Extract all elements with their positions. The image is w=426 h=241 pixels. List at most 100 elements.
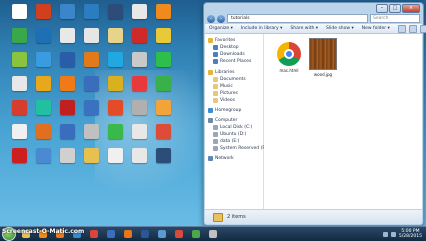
desktop-icon[interactable] <box>150 4 176 30</box>
desktop-icon[interactable] <box>30 100 56 126</box>
nav-item[interactable]: Favorites <box>208 37 235 44</box>
nav-item[interactable]: Libraries <box>208 69 234 76</box>
desktop-icon[interactable] <box>78 4 104 30</box>
nav-item[interactable]: Downloads <box>213 51 245 58</box>
minimize-button[interactable]: – <box>376 4 388 13</box>
desktop-icon[interactable] <box>78 148 104 174</box>
taskbar-app4-button[interactable] <box>189 229 203 240</box>
desktop-icon[interactable] <box>30 52 56 78</box>
nav-item-icon <box>213 45 218 50</box>
desktop-icon[interactable] <box>54 28 80 54</box>
desktop-icon[interactable] <box>126 124 152 150</box>
nav-item[interactable]: System Reserved (F:) <box>213 145 268 152</box>
desktop-icon[interactable] <box>6 52 32 78</box>
desktop-icon[interactable] <box>30 4 56 30</box>
address-bar[interactable]: tutorials <box>227 14 368 23</box>
help-icon[interactable] <box>419 24 426 33</box>
command-include-in-library[interactable]: Include in library ▾ <box>241 26 283 31</box>
nav-item-label: Network <box>215 156 234 161</box>
nav-item[interactable]: Desktop <box>213 44 239 51</box>
nav-item[interactable]: Recent Places <box>213 58 251 65</box>
clock[interactable]: 5:00 PM 5/28/2015 <box>399 229 422 239</box>
desktop-icon[interactable] <box>126 76 152 102</box>
desktop-icon[interactable] <box>150 148 176 174</box>
window-titlebar[interactable]: – □ × <box>204 3 423 13</box>
nav-item[interactable]: Local Disk (C:) <box>213 124 252 131</box>
desktop-icon[interactable] <box>102 124 128 150</box>
forward-button[interactable]: › <box>217 14 225 23</box>
file-item-mac-html[interactable]: mac.html <box>272 38 306 73</box>
desktop-icon[interactable] <box>126 100 152 126</box>
desktop-icon[interactable] <box>102 4 128 30</box>
volume-icon[interactable] <box>390 231 396 237</box>
desktop-icon[interactable] <box>102 28 128 54</box>
view-options-icon[interactable] <box>397 24 406 33</box>
desktop-icon[interactable] <box>6 100 32 126</box>
desktop-icon[interactable] <box>78 100 104 126</box>
nav-item[interactable]: Pictures <box>213 90 238 97</box>
taskbar-app3-button[interactable] <box>172 229 186 240</box>
taskbar-app5-button[interactable] <box>206 229 220 240</box>
desktop-icon[interactable] <box>126 28 152 54</box>
desktop-icon[interactable] <box>54 148 80 174</box>
nav-item-label: Videos <box>220 98 235 103</box>
desktop-icon[interactable] <box>126 4 152 30</box>
search-input[interactable]: Search <box>370 14 420 23</box>
desktop-icon[interactable] <box>30 76 56 102</box>
nav-item[interactable]: Videos <box>213 97 235 104</box>
taskbar-app2-button[interactable] <box>155 229 169 240</box>
desktop-icon[interactable] <box>102 100 128 126</box>
command-slide-show[interactable]: Slide show ▾ <box>326 26 354 31</box>
file-item-wood-jpg[interactable]: wood.jpg <box>306 38 340 77</box>
desktop-icon[interactable] <box>102 52 128 78</box>
taskbar-word-button[interactable] <box>138 229 152 240</box>
nav-item[interactable]: Network <box>208 155 234 162</box>
desktop-icon[interactable] <box>54 4 80 30</box>
desktop-icon[interactable] <box>150 76 176 102</box>
desktop-icon[interactable] <box>6 28 32 54</box>
preview-pane-icon[interactable] <box>408 24 417 33</box>
desktop-icon[interactable] <box>30 124 56 150</box>
desktop-icon[interactable] <box>54 76 80 102</box>
desktop-icon[interactable] <box>78 76 104 102</box>
nav-item[interactable]: Music <box>213 83 233 90</box>
command-organize[interactable]: Organize ▾ <box>209 26 233 31</box>
taskbar-chrome-button[interactable] <box>87 229 101 240</box>
desktop-icon[interactable] <box>126 148 152 174</box>
desktop-icon[interactable] <box>150 52 176 78</box>
taskbar-firefox-button[interactable] <box>121 229 135 240</box>
close-button[interactable]: × <box>402 4 420 13</box>
app-icon <box>155 4 171 19</box>
desktop-icon[interactable] <box>102 148 128 174</box>
network-icon[interactable] <box>382 231 388 237</box>
app-icon <box>35 4 51 19</box>
nav-item[interactable]: Documents <box>213 76 246 83</box>
desktop-icon[interactable] <box>6 76 32 102</box>
desktop-icon[interactable] <box>6 4 32 30</box>
nav-item[interactable]: data (E:) <box>213 138 239 145</box>
desktop-icon[interactable] <box>54 124 80 150</box>
command-new-folder[interactable]: New folder ▾ <box>362 26 390 31</box>
maximize-button[interactable]: □ <box>389 4 401 13</box>
back-button[interactable]: ‹ <box>207 14 215 23</box>
desktop-icon[interactable] <box>6 148 32 174</box>
command-share-with[interactable]: Share with ▾ <box>290 26 318 31</box>
taskbar-app-button[interactable] <box>104 229 118 240</box>
desktop-icon[interactable] <box>78 52 104 78</box>
desktop-icon[interactable] <box>78 124 104 150</box>
desktop-icon[interactable] <box>126 52 152 78</box>
desktop-icon[interactable] <box>30 148 56 174</box>
desktop-icon[interactable] <box>150 28 176 54</box>
desktop-icon[interactable] <box>30 28 56 54</box>
desktop-icon[interactable] <box>54 100 80 126</box>
desktop-icon[interactable] <box>54 52 80 78</box>
desktop-icon[interactable] <box>6 124 32 150</box>
desktop-icon[interactable] <box>150 124 176 150</box>
desktop-icon[interactable] <box>102 76 128 102</box>
desktop-icon[interactable] <box>78 28 104 54</box>
nav-item[interactable]: Homegroup <box>208 107 241 114</box>
nav-item[interactable]: Ubuntu (D:) <box>213 131 246 138</box>
desktop-icon[interactable] <box>150 100 176 126</box>
nav-item[interactable]: Computer <box>208 117 237 124</box>
app-icon <box>11 28 27 43</box>
